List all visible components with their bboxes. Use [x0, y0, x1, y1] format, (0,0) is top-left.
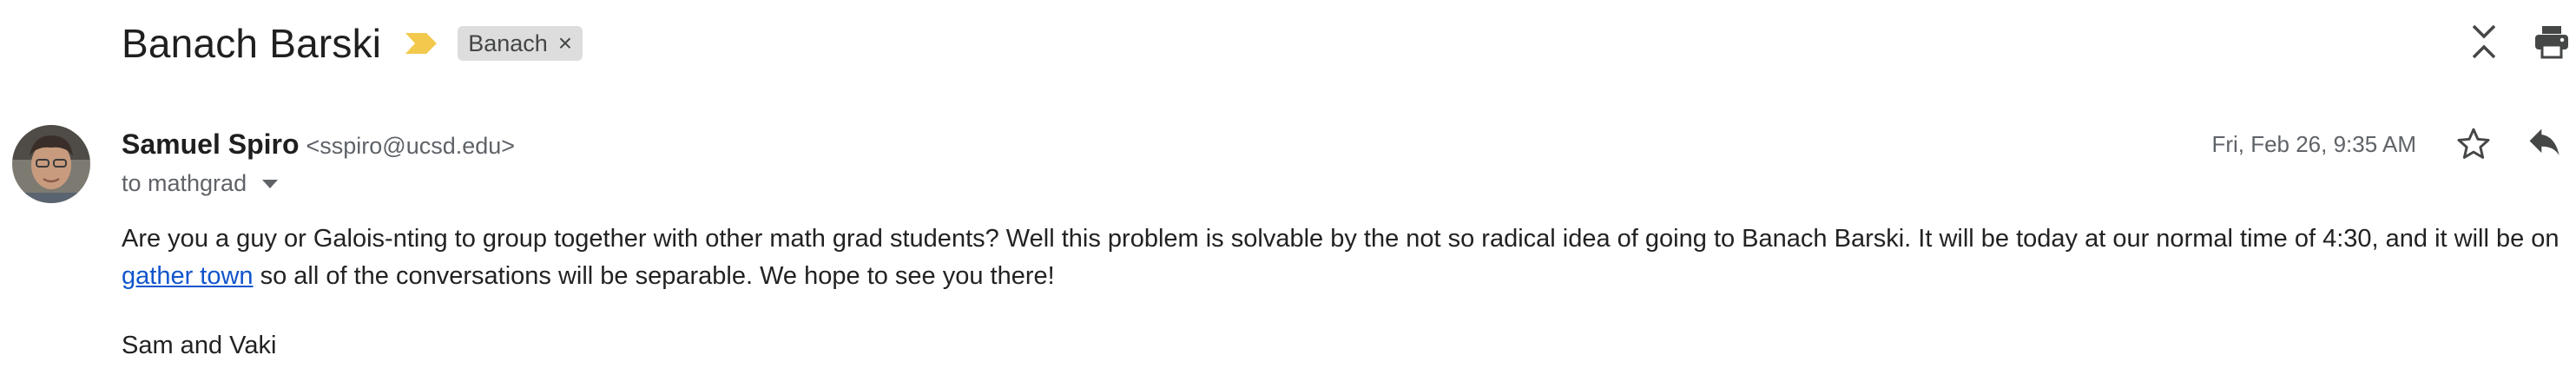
paragraph-start: Are you a guy or Galois-nting to group t…	[122, 225, 2560, 253]
paragraph-end: so all of the conversations will be sepa…	[253, 262, 1055, 290]
recipient-text: to mathgrad	[122, 170, 247, 196]
collapse-all-icon[interactable]	[2463, 21, 2505, 62]
message-paragraph: Are you a guy or Galois-nting to group t…	[122, 220, 2566, 295]
message-timestamp: Fri, Feb 26, 9:35 AM	[2211, 130, 2416, 157]
gather-town-link[interactable]: gather town	[122, 262, 254, 290]
subject-row: Banach Barski Banach ×	[122, 12, 583, 75]
importance-marker-icon[interactable]	[404, 30, 438, 57]
star-icon[interactable]	[2451, 122, 2496, 167]
sender-email: <sspiro@ucsd.edu>	[306, 133, 516, 159]
print-icon[interactable]	[2531, 21, 2573, 62]
label-chip[interactable]: Banach ×	[458, 26, 583, 61]
reply-icon[interactable]	[2522, 122, 2567, 167]
label-chip-text: Banach	[468, 30, 548, 56]
sender-avatar[interactable]	[12, 125, 90, 203]
message-body: Are you a guy or Galois-nting to group t…	[122, 220, 2566, 295]
email-subject: Banach Barski	[122, 21, 382, 66]
signature: Sam and Vaki	[122, 332, 277, 359]
recipient-line[interactable]: to mathgrad	[122, 170, 279, 197]
sender-name[interactable]: Samuel Spiro	[122, 128, 300, 161]
sender-line: Samuel Spiro <sspiro@ucsd.edu>	[122, 128, 515, 161]
chevron-down-icon[interactable]	[262, 179, 279, 188]
thread-actions	[2463, 21, 2576, 62]
message-meta: Fri, Feb 26, 9:35 AM	[2211, 122, 2567, 167]
remove-label-icon[interactable]: ×	[558, 30, 572, 57]
